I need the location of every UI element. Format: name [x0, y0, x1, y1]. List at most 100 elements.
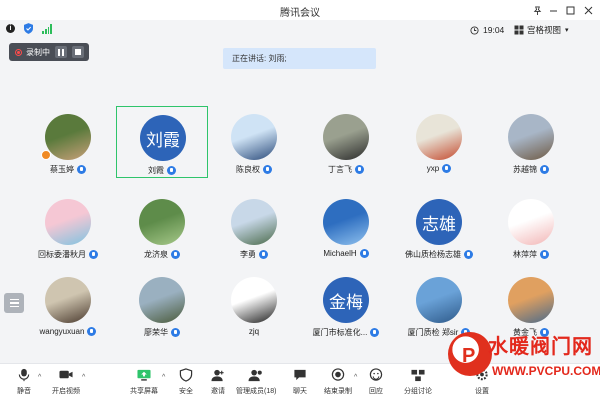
- participant-name-row: 蔡玉婷: [22, 164, 114, 175]
- participant-name: 林萍萍: [513, 250, 537, 259]
- avatar-initials: 刘霞: [146, 130, 180, 150]
- screen-share-icon: [136, 368, 152, 382]
- participant-tile[interactable]: wangyuxuan: [22, 269, 114, 341]
- signal-icon[interactable]: [42, 24, 52, 34]
- microphone-icon: [259, 250, 268, 259]
- side-panel-toggle[interactable]: [4, 293, 24, 313]
- participant-name: 李勇: [240, 250, 256, 259]
- svg-text:P: P: [462, 345, 475, 367]
- participant-avatar: [45, 277, 91, 323]
- participant-tile[interactable]: 廖荣华: [116, 269, 208, 341]
- members-button[interactable]: 管理成员(18): [236, 368, 276, 400]
- participant-tile[interactable]: zjq: [208, 269, 300, 341]
- microphone-icon: [370, 328, 380, 337]
- participant-tile[interactable]: 志雄 佛山质检杨志雄: [393, 191, 485, 263]
- participant-avatar: [416, 277, 462, 323]
- microphone-icon: [540, 165, 549, 174]
- camera-icon: [58, 368, 74, 382]
- mute-button[interactable]: 静音: [4, 368, 44, 400]
- participant-avatar: [45, 114, 91, 160]
- participant-name: 蔡玉婷: [50, 165, 74, 174]
- microphone-icon: [355, 165, 364, 174]
- share-options-chevron[interactable]: ^: [162, 374, 165, 381]
- participant-name: 廖荣华: [144, 328, 168, 337]
- participant-avatar: 志雄: [416, 199, 462, 245]
- watermark-logo: P: [448, 332, 492, 376]
- breakout-button[interactable]: 分组讨论: [398, 368, 438, 400]
- participant-avatar: 刘霞: [140, 115, 186, 161]
- record-button[interactable]: 结束录制: [318, 368, 358, 400]
- participant-tile[interactable]: yxp: [393, 106, 485, 178]
- microphone-icon: [87, 327, 97, 336]
- participant-name-row: 刘霞: [117, 165, 207, 176]
- minimize-button[interactable]: [544, 2, 562, 18]
- clock: 19:04: [470, 22, 504, 38]
- participant-tile[interactable]: 丁言飞: [300, 106, 392, 178]
- pause-recording-button[interactable]: [55, 46, 67, 58]
- participant-name-row: wangyuxuan: [22, 327, 114, 336]
- chat-button[interactable]: 聊天: [280, 368, 320, 400]
- participant-tile[interactable]: 金梅 厦门市标准化...: [300, 269, 392, 341]
- close-button[interactable]: [579, 2, 597, 18]
- stop-recording-button[interactable]: [72, 46, 84, 58]
- participant-avatar: [45, 199, 91, 245]
- invite-button[interactable]: 邀请: [198, 368, 238, 400]
- mute-label: 静音: [17, 388, 31, 395]
- video-button[interactable]: 开启视频: [46, 368, 86, 400]
- recording-dot-icon: [15, 48, 22, 56]
- participant-tile[interactable]: MichaelH: [300, 191, 392, 263]
- participant-avatar: [508, 277, 554, 323]
- participant-name: 回标委潘秋月: [38, 250, 86, 259]
- watermark: P 水暖阀门网 WWW.PVCPU.COM: [444, 328, 600, 401]
- maximize-button[interactable]: [561, 2, 579, 18]
- participant-avatar: [231, 114, 277, 160]
- info-icon[interactable]: i: [6, 24, 15, 33]
- participant-tile[interactable]: 李勇: [208, 191, 300, 263]
- breakout-label: 分组讨论: [404, 388, 432, 395]
- participant-tile[interactable]: 回标委潘秋月: [22, 191, 114, 263]
- participant-tile[interactable]: 陈良权: [208, 106, 300, 178]
- share-label: 共享屏幕: [130, 388, 158, 395]
- microphone-icon: [464, 250, 473, 259]
- view-mode-label: 宫格视图: [527, 25, 562, 35]
- members-label: 管理成员(18): [236, 388, 277, 395]
- participant-tile[interactable]: 苏越锦: [485, 106, 577, 178]
- participant-name: yxp: [426, 164, 440, 173]
- microphone-icon: [442, 164, 452, 173]
- avatar-initials: 志雄: [422, 214, 456, 234]
- record-icon: [330, 368, 346, 382]
- mute-options-chevron[interactable]: ^: [38, 374, 41, 381]
- participant-avatar: [508, 114, 554, 160]
- pause-icon: [58, 48, 64, 56]
- share-button[interactable]: 共享屏幕: [124, 368, 164, 400]
- add-person-icon: [210, 368, 226, 382]
- participant-tile[interactable]: 刘霞 刘霞: [116, 106, 208, 178]
- emoji-icon: [368, 368, 384, 382]
- watermark-text: 水暖阀门网: [488, 334, 593, 358]
- participant-name-row: 丁言飞: [300, 164, 392, 175]
- participant-tile[interactable]: 蔡玉婷: [22, 106, 114, 178]
- stop-icon: [75, 49, 81, 55]
- microphone-icon: [171, 328, 180, 337]
- participant-avatar: [508, 199, 554, 245]
- participant-name-row: 龙济泉: [116, 249, 208, 260]
- record-options-chevron[interactable]: ^: [354, 374, 357, 381]
- participant-avatar: [231, 277, 277, 323]
- participant-name: 厦门市标准化...: [312, 328, 368, 337]
- participant-name-row: 佛山质检杨志雄: [393, 249, 485, 260]
- microphone-icon: [167, 166, 176, 175]
- participant-tile[interactable]: 林萍萍: [485, 191, 577, 263]
- clock-icon: [470, 25, 479, 35]
- participant-tile[interactable]: 龙济泉: [116, 191, 208, 263]
- react-button[interactable]: 回应: [356, 368, 396, 400]
- participant-name: 龙济泉: [144, 250, 168, 259]
- chat-label: 聊天: [293, 388, 307, 395]
- participant-name-row: 苏越锦: [485, 164, 577, 175]
- participant-name-row: 厦门市标准化...: [300, 327, 392, 338]
- shield-check-icon[interactable]: [24, 23, 33, 34]
- invite-label: 邀请: [211, 388, 225, 395]
- breakout-icon: [410, 368, 426, 382]
- view-mode-dropdown[interactable]: 宫格视图 ▾: [514, 22, 569, 38]
- video-options-chevron[interactable]: ^: [82, 374, 85, 381]
- chat-icon: [292, 368, 308, 382]
